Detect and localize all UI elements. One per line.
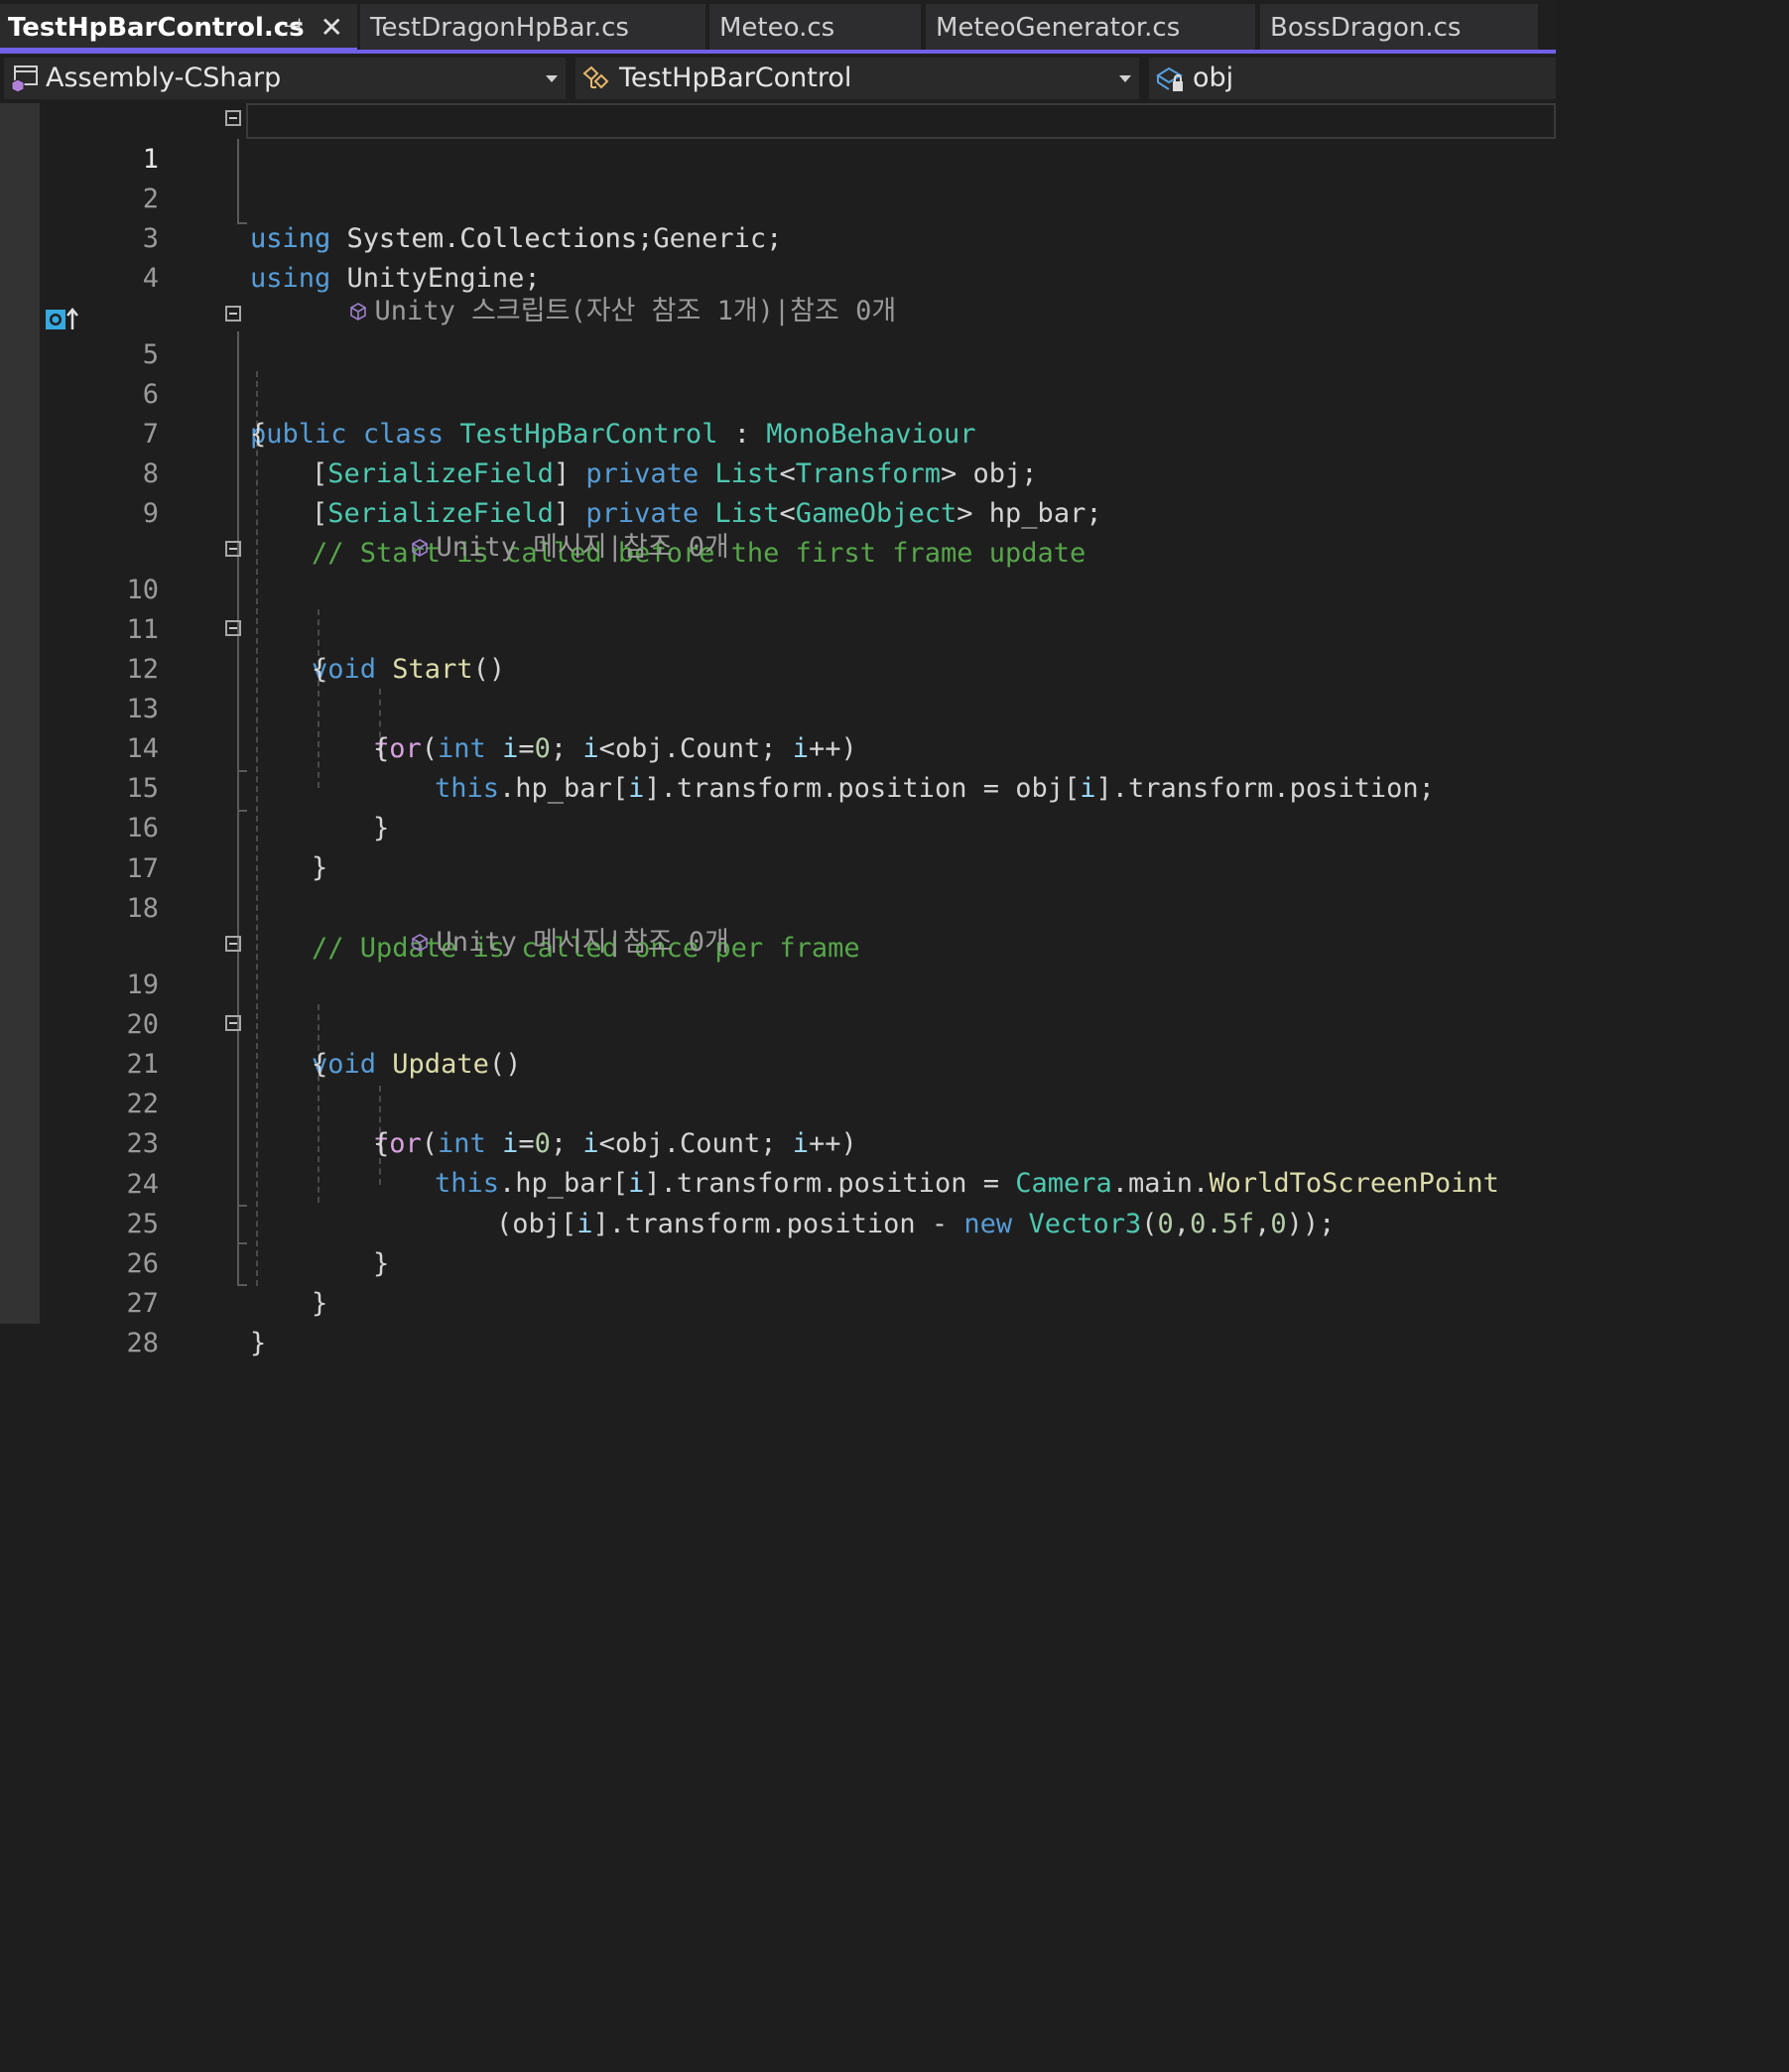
code-line: 17 [0, 810, 1556, 884]
project-icon [11, 65, 38, 93]
type-dropdown[interactable]: TestHpBarControl [575, 58, 1139, 99]
line-number: 4 [142, 263, 159, 294]
tab-meteogenerator[interactable]: MeteoGenerator.cs [926, 4, 1255, 50]
tab-bossdragon[interactable]: BossDragon.cs [1260, 4, 1538, 50]
code-line: 25 } [0, 1165, 1556, 1279]
code-line: 2 using System.Collections.Generic; [0, 140, 1556, 254]
close-icon[interactable]: ✕ [320, 4, 343, 50]
code-line: 26 } [0, 1205, 1556, 1319]
tab-meteo[interactable]: Meteo.cs [709, 4, 921, 50]
tab-testhpbarcontrol[interactable]: TestHpBarControl.cs ⊣ ✕ [0, 4, 357, 50]
tab-label: TestHpBarControl.cs [8, 13, 305, 43]
code-content[interactable]: 1 using System.Collections; 2 using Syst… [0, 100, 1556, 1359]
code-line: 22 { [0, 1045, 1556, 1159]
chevron-down-icon [546, 75, 558, 82]
code-token: > hp_bar; [957, 498, 1102, 529]
code-line: 11 { [0, 571, 1556, 685]
collapse-icon[interactable] [225, 541, 241, 557]
line-number: 28 [126, 1328, 159, 1359]
type-name: GameObject [795, 498, 958, 529]
code-text: } [250, 1328, 267, 1359]
chevron-down-icon [1119, 75, 1131, 82]
code-line: 13 { [0, 650, 1556, 764]
code-line: 21 for(int i=0; i<obj.Count; i++) [0, 1005, 1556, 1159]
code-line: 12 for(int i=0; i<obj.Count; i++) [0, 610, 1556, 764]
collapse-icon[interactable] [225, 936, 241, 952]
line-number: 9 [142, 498, 159, 529]
code-line: 4 [0, 219, 1556, 294]
code-line: 27 } [0, 1244, 1556, 1359]
tab-label: MeteoGenerator.cs [936, 13, 1181, 43]
code-line: 9 // Start is called before the first fr… [0, 454, 1556, 569]
code-token: < [779, 498, 796, 529]
pin-icon[interactable]: ⊣ [283, 4, 302, 50]
collapse-icon[interactable] [225, 306, 241, 322]
codelens-start-refs[interactable]: Unity 메시지|참조 0개 [314, 494, 729, 563]
class-icon [582, 65, 609, 89]
member-name: obj [1193, 63, 1234, 93]
code-line: 1 using System.Collections; [0, 100, 1556, 254]
member-dropdown[interactable]: obj [1149, 58, 1556, 99]
private-field-icon [1156, 66, 1183, 91]
tab-label: TestDragonHpBar.cs [370, 13, 629, 43]
code-line: 20 { [0, 966, 1556, 1080]
code-line: 5 public class TestHpBarControl : MonoBe… [0, 296, 1556, 450]
code-line: 14 this.hp_bar[i].transform.position = o… [0, 690, 1556, 804]
project-dropdown[interactable]: Assembly-CSharp [4, 58, 566, 99]
tab-bar: TestHpBarControl.cs ⊣ ✕ TestDragonHpBar.… [0, 0, 1556, 50]
collapse-icon[interactable] [225, 620, 241, 636]
line-number: 18 [126, 893, 159, 924]
tab-testdragonhpbar[interactable]: TestDragonHpBar.cs [360, 4, 705, 50]
codelens-class-refs[interactable]: Unity 스크립트(자산 참조 1개)|참조 0개 [252, 258, 896, 326]
type-name: TestHpBarControl [619, 63, 852, 93]
code-line: 23 this.hp_bar[i].transform.position = C… [0, 1085, 1556, 1199]
code-line: 6 { [0, 335, 1556, 450]
code-line: 15 } [0, 729, 1556, 843]
code-line: 7 [SerializeField] private List<Transfor… [0, 375, 1556, 489]
code-line: 19 void Update() [0, 926, 1556, 1080]
code-line: 16 } [0, 769, 1556, 883]
project-name: Assembly-CSharp [46, 63, 282, 93]
code-line: 28 [0, 1284, 1556, 1359]
code-line: 24 (obj[i].transform.position - new Vect… [0, 1125, 1556, 1239]
tab-label: BossDragon.cs [1270, 13, 1462, 43]
code-line: 10 void Start() [0, 531, 1556, 685]
code-line: 3 using UnityEngine; [0, 180, 1556, 294]
navigation-bar: Assembly-CSharp TestHpBarControl obj [0, 54, 1556, 103]
code-line: 18 // Update is called once per frame [0, 849, 1556, 964]
codelens-update-refs[interactable]: Unity 메시지|참조 0개 [314, 889, 729, 958]
tab-label: Meteo.cs [719, 13, 835, 43]
collapse-icon[interactable] [225, 1015, 241, 1031]
code-line: 8 [SerializeField] private List<GameObje… [0, 415, 1556, 529]
collapse-icon[interactable] [225, 110, 241, 126]
code-editor[interactable]: 1 using System.Collections; 2 using Syst… [0, 100, 1556, 1359]
